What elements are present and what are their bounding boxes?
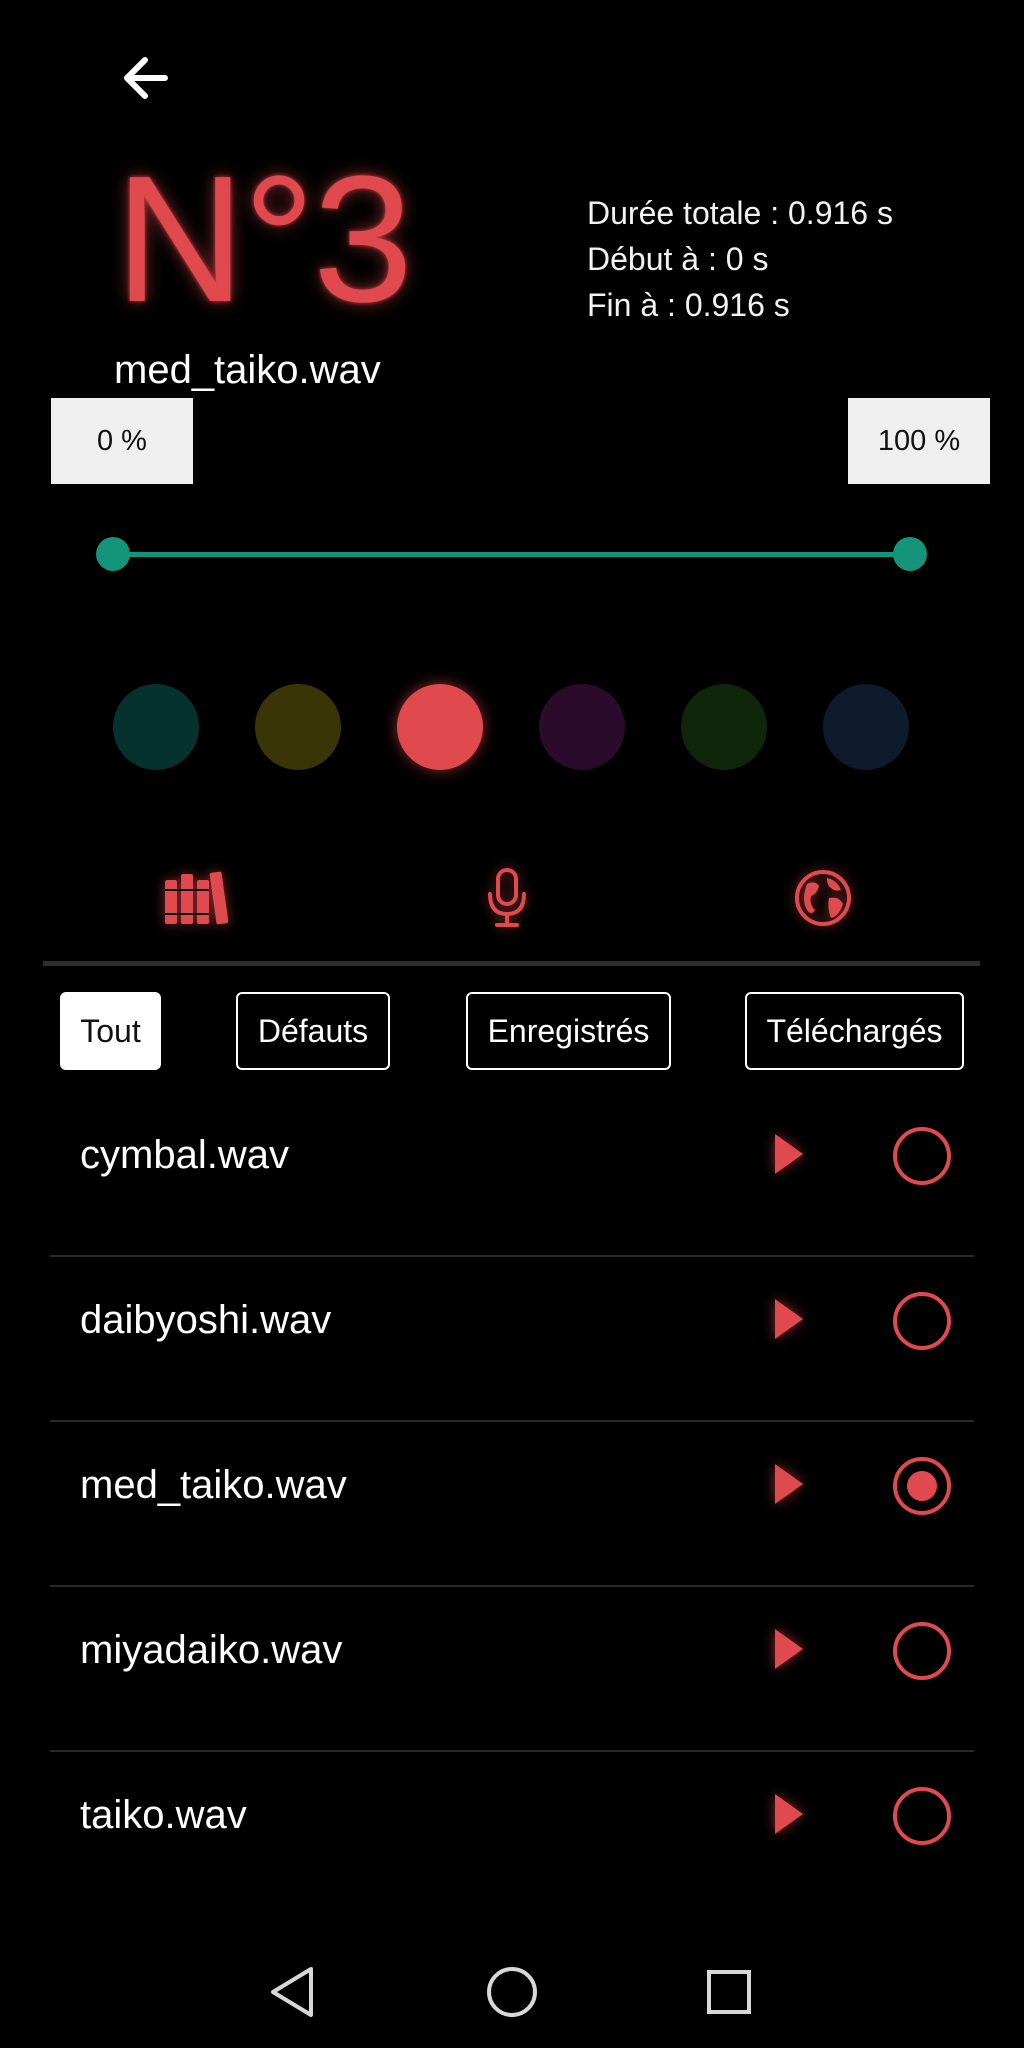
radio-dot [907, 1471, 937, 1501]
play-button[interactable] [758, 1289, 818, 1349]
list-item[interactable]: cymbal.wav [50, 1092, 974, 1257]
sound-item-name: med_taiko.wav [80, 1462, 347, 1507]
recents-square-icon [707, 1970, 751, 2014]
play-button[interactable] [758, 1784, 818, 1844]
color-option-teal[interactable] [113, 684, 199, 770]
play-icon [775, 1134, 803, 1174]
sound-number: N°3 [115, 139, 413, 340]
filter-recorded-button[interactable]: Enregistrés [466, 992, 671, 1070]
system-back-button[interactable] [252, 1952, 332, 2032]
color-option-red[interactable] [397, 684, 483, 770]
tab-library[interactable] [148, 858, 248, 938]
home-circle-icon [487, 1967, 537, 2017]
list-item[interactable]: daibyoshi.wav [50, 1257, 974, 1422]
tab-downloads[interactable] [773, 858, 873, 938]
filter-defaults-button[interactable]: Défauts [236, 992, 390, 1070]
arrow-left-icon [124, 57, 168, 99]
list-item[interactable]: miyadaiko.wav [50, 1587, 974, 1752]
current-sound-name: med_taiko.wav [114, 348, 381, 392]
start-percent-field[interactable]: 0 % [51, 398, 193, 484]
select-radio[interactable] [893, 1622, 951, 1680]
end-percent-field[interactable]: 100 % [848, 398, 990, 484]
select-radio[interactable] [893, 1292, 951, 1350]
sound-item-name: daibyoshi.wav [80, 1297, 332, 1342]
play-icon [775, 1629, 803, 1669]
trim-end-handle[interactable] [893, 537, 927, 571]
tab-recordings[interactable] [457, 858, 557, 938]
play-button[interactable] [758, 1454, 818, 1514]
select-radio[interactable] [893, 1127, 951, 1185]
system-recents-button[interactable] [689, 1952, 769, 2032]
play-icon [775, 1464, 803, 1504]
system-home-button[interactable] [472, 1952, 552, 2032]
select-radio[interactable] [893, 1787, 951, 1845]
trim-slider-track[interactable] [113, 552, 910, 557]
back-triangle-icon [271, 1967, 313, 2017]
color-option-green[interactable] [681, 684, 767, 770]
filter-downloaded-button[interactable]: Téléchargés [745, 992, 964, 1070]
play-button[interactable] [758, 1124, 818, 1184]
trim-start-handle[interactable] [96, 537, 130, 571]
globe-icon [795, 870, 851, 926]
select-radio[interactable] [893, 1457, 951, 1515]
end-time-text: Fin à : 0.916 s [587, 287, 790, 323]
play-icon [775, 1299, 803, 1339]
microphone-icon [488, 868, 526, 927]
sound-list: cymbal.wav daibyoshi.wav med_taiko.wav m… [50, 1092, 974, 1917]
start-time-text: Début à : 0 s [587, 241, 769, 277]
play-button[interactable] [758, 1619, 818, 1679]
total-duration-text: Durée totale : 0.916 s [587, 195, 893, 231]
sound-item-name: taiko.wav [80, 1792, 247, 1837]
color-option-purple[interactable] [539, 684, 625, 770]
list-item[interactable]: taiko.wav [50, 1752, 974, 1917]
back-button[interactable] [110, 48, 180, 108]
tabs-divider [43, 961, 980, 966]
list-item[interactable]: med_taiko.wav [50, 1422, 974, 1587]
color-option-olive[interactable] [255, 684, 341, 770]
sound-item-name: miyadaiko.wav [80, 1627, 343, 1672]
filter-all-button[interactable]: Tout [60, 992, 161, 1070]
play-icon [775, 1794, 803, 1834]
library-icon [165, 871, 229, 925]
duration-info: Durée totale : 0.916 s Début à : 0 s Fin… [587, 190, 893, 328]
sound-editor-screen: N°3 Durée totale : 0.916 s Début à : 0 s… [0, 0, 1024, 2048]
sound-item-name: cymbal.wav [80, 1132, 289, 1177]
color-option-navy[interactable] [823, 684, 909, 770]
